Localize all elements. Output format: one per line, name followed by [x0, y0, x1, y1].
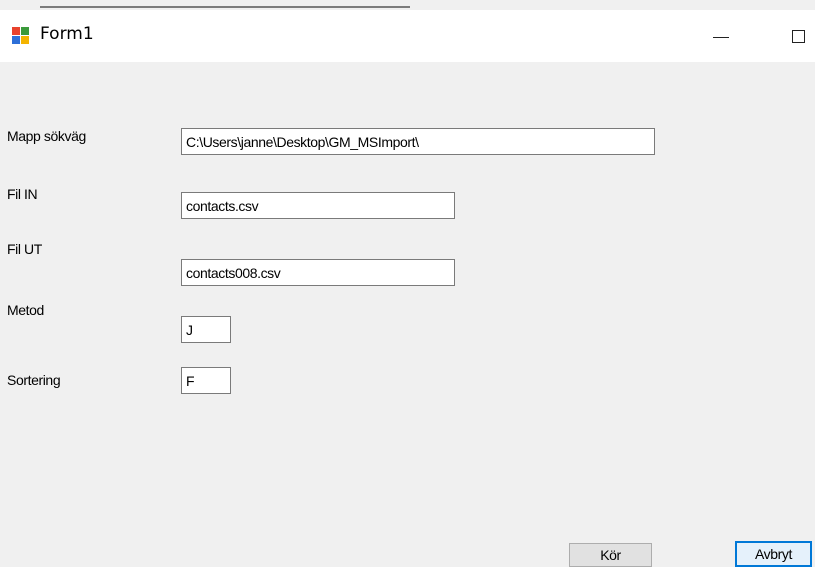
run-button[interactable]: Kör — [569, 543, 652, 567]
file-out-label: Fil UT — [7, 241, 42, 257]
method-input[interactable] — [181, 316, 231, 343]
method-label: Metod — [7, 302, 44, 318]
file-in-input[interactable] — [181, 192, 455, 219]
sorting-input[interactable] — [181, 367, 231, 394]
title-bar[interactable]: Form1 — [0, 10, 815, 62]
window-title: Form1 — [40, 24, 94, 44]
sorting-label: Sortering — [7, 372, 61, 388]
file-out-input[interactable] — [181, 259, 455, 286]
maximize-icon — [791, 29, 805, 43]
folder-path-label: Mapp sökväg — [7, 128, 86, 144]
file-in-label: Fil IN — [7, 186, 38, 202]
windows-form-icon — [12, 27, 29, 44]
cancel-button[interactable]: Avbryt — [735, 541, 812, 567]
maximize-button[interactable] — [775, 10, 815, 62]
folder-path-input[interactable] — [181, 128, 655, 155]
minimize-icon — [713, 36, 729, 38]
minimize-button[interactable] — [698, 10, 744, 62]
top-edge-line — [40, 6, 410, 8]
